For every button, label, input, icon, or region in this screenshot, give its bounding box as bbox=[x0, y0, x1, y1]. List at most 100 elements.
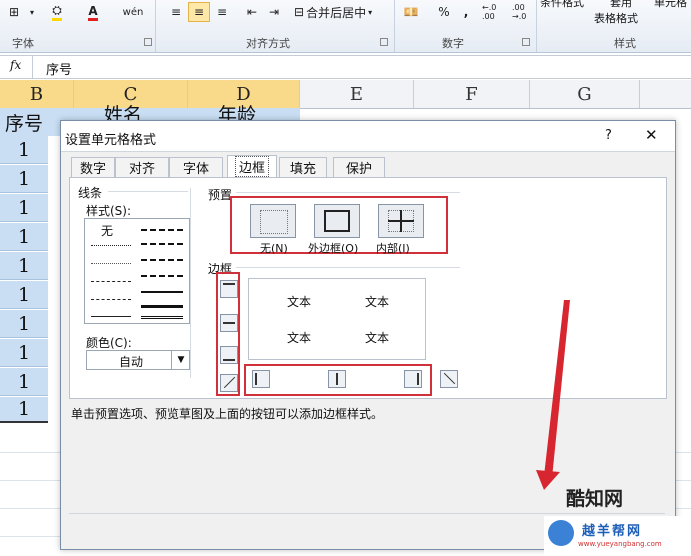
color-select[interactable]: 自动 ▼ bbox=[86, 350, 190, 370]
cell-b8[interactable]: 1 bbox=[0, 310, 48, 338]
tab-alignment[interactable]: 对齐 bbox=[115, 157, 169, 177]
increase-indent-button[interactable]: ⇥ bbox=[264, 2, 284, 22]
line-style-dash-dot[interactable] bbox=[91, 281, 131, 282]
border-outline-icon bbox=[324, 210, 350, 232]
align-right-button[interactable]: ≡ bbox=[212, 2, 232, 22]
borders-icon: ⊞ bbox=[8, 5, 20, 19]
line-style-medium-dash-dot-dot[interactable] bbox=[141, 229, 183, 231]
decrease-indent-button[interactable]: ⇤ bbox=[242, 2, 262, 22]
style-label: 样式(S): bbox=[86, 204, 132, 218]
preset-none-button[interactable] bbox=[250, 204, 296, 238]
divider bbox=[536, 0, 537, 52]
line-style-none[interactable]: 无 bbox=[101, 222, 113, 239]
cell-b7[interactable]: 1 bbox=[0, 281, 48, 309]
column-header-b[interactable]: B bbox=[0, 80, 74, 108]
percent-button[interactable]: % bbox=[436, 2, 452, 22]
tab-font[interactable]: 字体 bbox=[169, 157, 223, 177]
merge-center-button[interactable]: ⊟ 合并后居中 ▾ bbox=[294, 2, 386, 22]
tab-fill[interactable]: 填充 bbox=[279, 157, 327, 177]
close-icon: ✕ bbox=[645, 126, 658, 144]
fx-icon[interactable]: fx bbox=[10, 58, 21, 72]
cell-style-button[interactable]: 单元格 bbox=[654, 0, 687, 10]
tab-protection[interactable]: 保护 bbox=[333, 157, 385, 177]
line-style-thick[interactable] bbox=[141, 305, 183, 308]
line-style-slanted-dash[interactable] bbox=[141, 243, 183, 245]
styles-group-label: 样式 bbox=[614, 37, 636, 50]
column-header-g[interactable]: G bbox=[530, 80, 640, 108]
border-top-button[interactable] bbox=[220, 280, 238, 298]
tab-number[interactable]: 数字 bbox=[71, 157, 115, 177]
increase-decimal-button[interactable]: ←.0 .00 bbox=[482, 2, 510, 22]
border-inside-icon bbox=[388, 210, 414, 232]
arrow-shaft bbox=[544, 300, 570, 478]
line-style-hair[interactable] bbox=[91, 263, 131, 264]
increase-indent-icon: ⇥ bbox=[268, 5, 280, 19]
formula-input[interactable]: 序号 bbox=[46, 59, 72, 78]
presets-label: 预置 bbox=[208, 188, 233, 202]
cell-b9[interactable]: 1 bbox=[0, 339, 48, 367]
column-header-e[interactable]: E bbox=[300, 80, 414, 108]
cell-b2[interactable]: 1 bbox=[0, 136, 48, 164]
preset-outline-button[interactable] bbox=[314, 204, 360, 238]
hint-text: 单击预置选项、预览草图及上面的按钮可以添加边框样式。 bbox=[71, 407, 384, 421]
line-style-double[interactable] bbox=[141, 316, 183, 319]
font-color-button[interactable]: A bbox=[80, 2, 106, 22]
watermark-site1: 酷知网 bbox=[566, 488, 624, 510]
border-bottom-icon bbox=[223, 359, 235, 361]
align-center-button[interactable]: ≡ bbox=[188, 2, 210, 22]
conditional-format-button[interactable]: 条件格式 bbox=[540, 0, 584, 10]
help-button[interactable]: ? bbox=[605, 128, 612, 143]
preview-text: 文本 bbox=[287, 331, 312, 345]
borders-dropdown[interactable]: ▾ bbox=[26, 2, 38, 22]
table-format-top[interactable]: 套用 bbox=[610, 0, 632, 10]
cell-b10[interactable]: 1 bbox=[0, 368, 48, 396]
border-middle-horizontal-button[interactable] bbox=[220, 314, 238, 332]
line-style-list[interactable]: 无 bbox=[84, 218, 190, 324]
divider bbox=[236, 192, 460, 193]
line-style-medium-dash-dot[interactable] bbox=[141, 259, 183, 261]
border-left-icon bbox=[255, 373, 257, 385]
align-left-button[interactable]: ≡ bbox=[166, 2, 186, 22]
table-format-button[interactable]: 表格格式 bbox=[594, 10, 638, 26]
align-dialog-launcher[interactable] bbox=[380, 38, 388, 46]
formula-bar: fx 序号 bbox=[0, 55, 691, 79]
close-button[interactable]: ✕ bbox=[645, 126, 658, 144]
cell-b11[interactable]: 1 bbox=[0, 397, 48, 423]
accounting-format-button[interactable]: 💴 bbox=[400, 2, 422, 22]
border-right-button[interactable] bbox=[404, 370, 422, 388]
phonetic-icon: wén bbox=[122, 6, 144, 18]
border-preview[interactable]: 文本 文本 文本 文本 bbox=[248, 278, 426, 360]
font-group-label: 字体 bbox=[12, 37, 34, 50]
line-style-medium-dashed[interactable] bbox=[141, 275, 183, 277]
number-dialog-launcher[interactable] bbox=[522, 38, 530, 46]
red-arrow-annotation bbox=[536, 300, 570, 490]
line-style-thin[interactable] bbox=[91, 316, 131, 317]
border-top-icon bbox=[223, 283, 235, 285]
border-middle-vertical-button[interactable] bbox=[328, 370, 346, 388]
border-bottom-button[interactable] bbox=[220, 346, 238, 364]
cell-b3[interactable]: 1 bbox=[0, 165, 48, 193]
border-left-button[interactable] bbox=[252, 370, 270, 388]
tab-border[interactable]: 边框 bbox=[227, 155, 277, 177]
fill-color-button[interactable]: ⛭ bbox=[44, 2, 70, 22]
border-diagonal-down-button[interactable] bbox=[440, 370, 458, 388]
phonetic-button[interactable]: wén bbox=[120, 2, 146, 22]
line-style-dashed[interactable] bbox=[91, 299, 131, 300]
border-right-icon bbox=[417, 373, 419, 385]
watermark-url: www.yueyangbang.com bbox=[578, 540, 662, 548]
preset-inside-button[interactable] bbox=[378, 204, 424, 238]
cell-b1[interactable]: 序号 bbox=[0, 108, 48, 136]
line-style-medium[interactable] bbox=[141, 291, 183, 293]
line-style-dotted[interactable] bbox=[91, 245, 131, 246]
font-dialog-launcher[interactable] bbox=[144, 38, 152, 46]
border-diagonal-up-button[interactable] bbox=[220, 374, 238, 392]
cell-b5[interactable]: 1 bbox=[0, 223, 48, 251]
cell-b4[interactable]: 1 bbox=[0, 194, 48, 222]
borders-button[interactable]: ⊞ bbox=[4, 2, 24, 22]
comma-button[interactable]: , bbox=[460, 2, 472, 22]
column-header-f[interactable]: F bbox=[414, 80, 530, 108]
diagonal-up-icon bbox=[223, 376, 236, 389]
preset-inside-label: 内部(I) bbox=[376, 242, 410, 255]
cell-b6[interactable]: 1 bbox=[0, 252, 48, 280]
chevron-down-icon[interactable]: ▼ bbox=[171, 351, 190, 369]
